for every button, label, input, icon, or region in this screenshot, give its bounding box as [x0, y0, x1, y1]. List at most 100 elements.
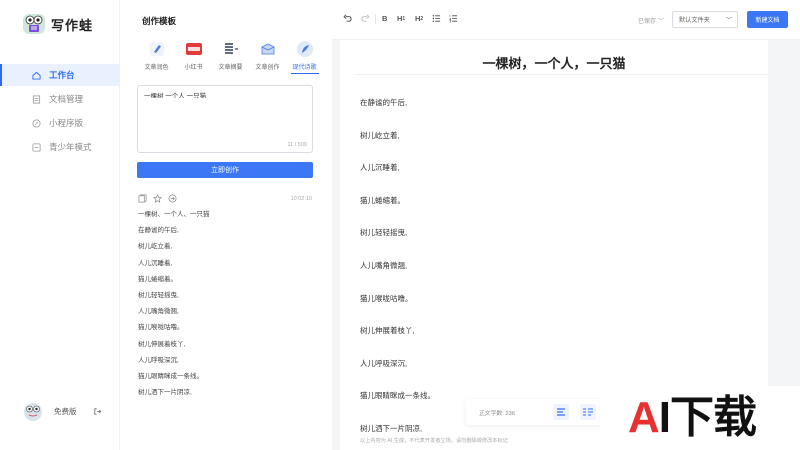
sidebar-item-label: 小程序版 [49, 118, 84, 128]
star-icon[interactable] [153, 194, 162, 203]
result-line: 猫儿喉咙咕噜。 [138, 324, 184, 332]
bold-button[interactable]: B [382, 14, 387, 23]
result-line: 树儿轻轻摇曳, [138, 291, 179, 299]
sidebar-item-label: 工作台 [49, 70, 75, 80]
folder-select-value: 默认文件夹 [679, 17, 710, 24]
miniprogram-icon [32, 118, 41, 128]
word-count-panel: 正文字数: 236 [466, 399, 606, 425]
ai-disclaimer: 以上内容为 AI 生成，不代表开发者立场，请勿删除或修改本标记 [360, 438, 508, 444]
result-line: 人儿呼吸深沉, [138, 356, 179, 364]
result-line: 猫儿蜷缩着。 [138, 275, 177, 283]
document-line: 猫儿眼睛眯成一条线。 [360, 391, 435, 401]
prompt-input[interactable] [144, 91, 304, 98]
document-line: 树儿伸展着枝丫, [360, 326, 415, 336]
template-summary[interactable]: 文章摘要 [212, 40, 249, 74]
user-plan: 免费版 [54, 406, 77, 416]
watermark-rest: I下载 [658, 393, 757, 442]
document-line: 人儿呼吸深沉, [360, 358, 408, 368]
xiaohongshu-icon [185, 40, 203, 58]
editor-toolbar: B H1 H2 已保存 ﹀ 默认文件夹 ﹀ 新建文档 [332, 0, 800, 40]
sidebar: 写作蛙 工作台 文档管理 小程序版 青少年模式 免费版 [0, 0, 120, 450]
ai-download-watermark: AI下载 [600, 386, 800, 450]
create-box-icon [259, 40, 277, 58]
template-polish[interactable]: 文章润色 [138, 40, 175, 74]
copy-icon[interactable] [138, 194, 147, 203]
home-icon [32, 71, 41, 80]
template-label: 文章润色 [144, 65, 169, 71]
create-now-button[interactable]: 立即创作 [137, 162, 313, 178]
heading1-level: 1 [402, 15, 406, 22]
document-line: 树儿轻轻摇曳, [360, 228, 408, 238]
sidebar-item-miniprogram[interactable]: 小程序版 [0, 112, 120, 134]
result-line: 人儿嘴角微翘, [138, 308, 179, 316]
active-template-indicator [290, 73, 319, 74]
result-timestamp: 10:02:10 [290, 196, 312, 202]
template-label: 小红书 [184, 65, 203, 71]
document-icon [32, 94, 41, 104]
title-divider [354, 74, 768, 75]
app-name: 写作蛙 [51, 17, 94, 33]
align-icon[interactable] [553, 404, 569, 420]
toolbar-divider [375, 14, 376, 24]
document-line: 人儿沉睡着, [360, 163, 400, 173]
teen-mode-icon [32, 142, 41, 152]
sidebar-item-workbench[interactable]: 工作台 [0, 64, 120, 86]
word-count: 正文字数: 236 [479, 411, 516, 417]
document-line: 人儿嘴角微翘, [360, 260, 408, 270]
result-line: 人儿沉睡着, [138, 259, 173, 267]
document-body[interactable]: 在静谧的午后, 树儿屹立着, 人儿沉睡着, 猫儿蜷缩着。 树儿轻轻摇曳, 人儿嘴… [360, 98, 435, 450]
result-line: 树儿伸展着枝丫, [138, 340, 186, 348]
result-actions [138, 194, 177, 203]
new-document-button[interactable]: 新建文档 [747, 11, 788, 28]
sidebar-item-documents[interactable]: 文档管理 [0, 88, 120, 110]
watermark-text: AI下载 [628, 393, 757, 442]
template-create[interactable]: 文章创作 [249, 40, 286, 74]
prompt-box: 11 / 500 [137, 85, 313, 153]
summary-icon [222, 40, 240, 58]
result-line: 树儿洒下一片阴凉, [138, 389, 192, 397]
template-panel: 创作模板 文章润色 小红书 文章摘要 文章创作 现代诗歌 一棵树 一个人 一只猫… [120, 0, 332, 450]
document-line: 猫儿喉咙咕噜。 [360, 293, 413, 303]
sidebar-item-label: 文档管理 [49, 94, 84, 104]
logout-icon[interactable] [93, 407, 102, 416]
avatar [24, 403, 42, 421]
sidebar-item-label: 青少年模式 [49, 142, 92, 152]
heading2-level: 2 [420, 15, 424, 22]
panel-title: 创作模板 [142, 16, 177, 26]
template-label: 现代诗歌 [292, 65, 317, 71]
char-counter: 11 / 500 [287, 142, 307, 148]
result-line: 猫儿眼睛眯成一条线。 [138, 372, 203, 380]
insert-icon[interactable] [168, 194, 177, 203]
folder-select[interactable]: 默认文件夹 ﹀ [672, 11, 738, 28]
template-label: 文章摘要 [218, 65, 243, 71]
redo-icon[interactable] [361, 14, 370, 23]
app-logo[interactable]: 写作蛙 [22, 12, 93, 36]
template-label: 文章创作 [255, 65, 280, 71]
watermark-a: A [628, 393, 660, 442]
frog-logo-icon [23, 14, 45, 34]
result-text: 一棵树、一个人、一只猫 在静谧的午后, 树儿屹立着, 人儿沉睡着, 猫儿蜷缩着。… [138, 210, 318, 404]
chevron-down-icon: ﹀ [725, 17, 732, 24]
user-profile[interactable]: 免费版 [22, 400, 102, 422]
save-status-label: 已保存 [638, 19, 657, 25]
poem-icon [296, 40, 314, 58]
sidebar-item-teen-mode[interactable]: 青少年模式 [0, 136, 120, 158]
brush-icon [148, 40, 166, 58]
document-line: 在静谧的午后, [360, 98, 408, 107]
undo-icon[interactable] [343, 14, 352, 23]
result-line: 在静谧的午后, [138, 227, 179, 235]
document-title[interactable]: 一棵树，一个人，一只猫 [340, 53, 768, 72]
template-xiaohongshu[interactable]: 小红书 [175, 40, 212, 74]
document-line: 猫儿蜷缩着。 [360, 195, 405, 205]
heading1-button[interactable]: H1 [397, 14, 405, 23]
save-status: 已保存 ﹀ [638, 16, 664, 25]
template-poem[interactable]: 现代诗歌 [286, 40, 323, 74]
template-list: 文章润色 小红书 文章摘要 文章创作 现代诗歌 [138, 40, 323, 74]
document-line: 树儿屹立着, [360, 130, 400, 140]
ordered-list-icon[interactable] [449, 14, 458, 23]
result-line: 树儿屹立着, [138, 243, 173, 251]
sidebar-nav: 工作台 文档管理 小程序版 青少年模式 [0, 64, 120, 160]
outline-icon[interactable] [580, 404, 596, 420]
bullet-list-icon[interactable] [432, 14, 441, 23]
heading2-button[interactable]: H2 [415, 14, 423, 23]
